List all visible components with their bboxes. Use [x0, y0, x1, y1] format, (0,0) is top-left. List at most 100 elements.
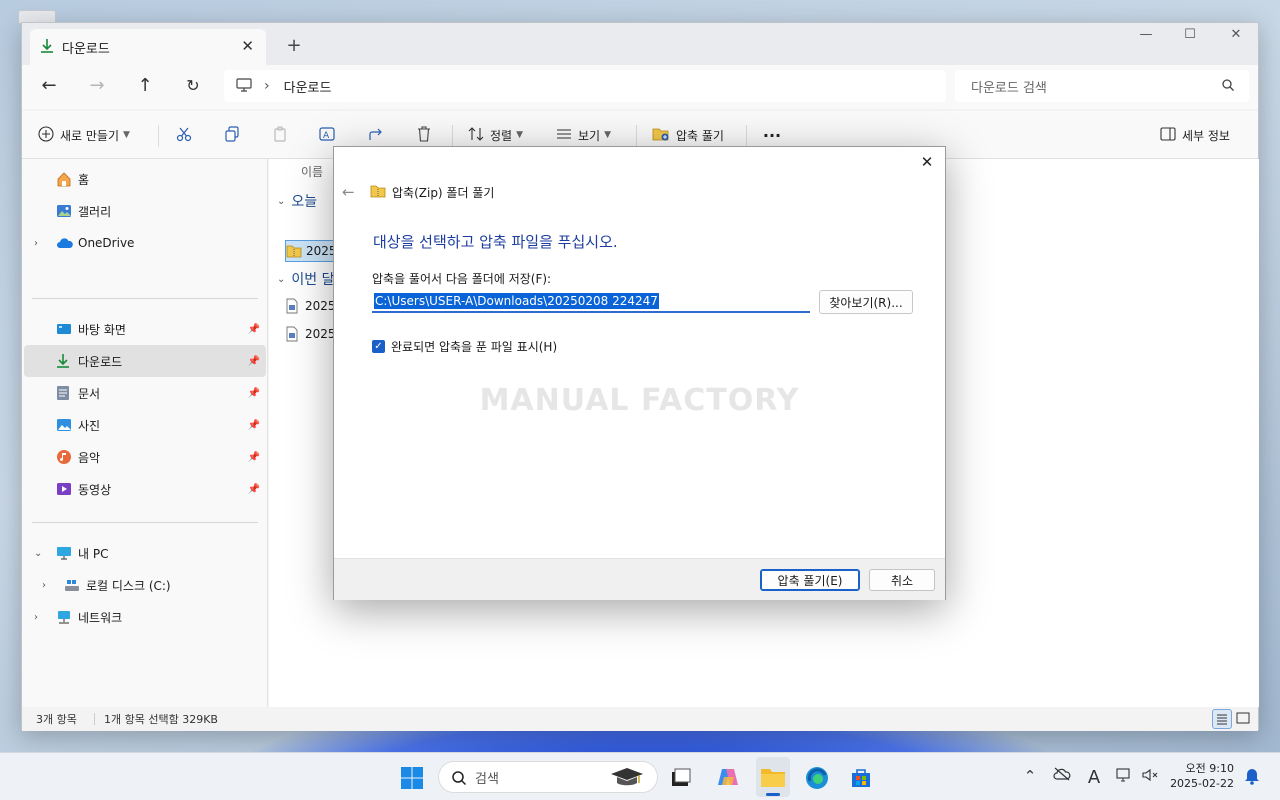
new-tab-button[interactable]: + [284, 35, 304, 56]
tab-downloads[interactable]: 다운로드 ✕ [30, 29, 266, 65]
sidebar-item-desktop[interactable]: 바탕 화면 📌 [24, 313, 266, 345]
details-view-button[interactable] [1212, 709, 1232, 729]
view-button[interactable]: 보기 ▼ [556, 123, 611, 147]
new-button[interactable]: 새로 만들기 ▼ [38, 123, 130, 147]
extract-all-button[interactable]: 압축 풀기 [652, 123, 724, 147]
store-button[interactable] [848, 765, 874, 794]
chevron-right-icon[interactable]: › [34, 612, 38, 623]
list-item[interactable]: 2025 [285, 295, 336, 317]
tab-close-icon[interactable]: ✕ [241, 37, 254, 55]
search-placeholder: 다운로드 검색 [971, 80, 1047, 96]
input-method-icon[interactable]: A [1084, 767, 1104, 788]
destination-path-field[interactable]: C:\Users\USER-A\Downloads\20250208 22424… [372, 291, 810, 313]
tab-title: 다운로드 [62, 41, 110, 57]
edge-button[interactable] [804, 765, 830, 794]
checkmark-icon: ✓ [372, 340, 385, 353]
forward-button[interactable]: → [84, 75, 110, 99]
sidebar-item-home[interactable]: 홈 [24, 163, 266, 195]
share-button[interactable] [364, 123, 388, 147]
details-label: 세부 정보 [1182, 128, 1230, 143]
notification-bell-icon[interactable] [1242, 767, 1262, 787]
tiles-view-button[interactable] [1234, 709, 1254, 729]
pin-icon[interactable]: 📌 [248, 452, 260, 463]
onedrive-tray-icon[interactable] [1052, 767, 1072, 787]
taskbar-search[interactable]: 검색 [438, 761, 658, 793]
extract-button[interactable]: 압축 풀기(E) [760, 569, 860, 591]
sidebar-item-onedrive[interactable]: › OneDrive [24, 227, 266, 259]
sidebar-item-pictures[interactable]: 사진 📌 [24, 409, 266, 441]
pin-icon[interactable]: 📌 [248, 420, 260, 431]
divider [746, 125, 747, 147]
pin-icon[interactable]: 📌 [248, 324, 260, 335]
clipboard-icon [272, 126, 288, 145]
view-label: 보기 [578, 128, 601, 143]
details-pane-icon [1160, 126, 1176, 144]
cloud-icon [56, 235, 73, 251]
sidebar-label: 다운로드 [78, 354, 123, 369]
group-header-today[interactable]: ⌄ 오늘 [277, 191, 317, 211]
pin-icon[interactable]: 📌 [248, 356, 260, 367]
sidebar-item-documents[interactable]: 문서 📌 [24, 377, 266, 409]
clock[interactable]: 오전 9:10 2025-02-22 [1170, 761, 1234, 791]
pin-icon[interactable]: 📌 [248, 388, 260, 399]
more-options-button[interactable]: ··· [760, 123, 784, 147]
sidebar-item-network[interactable]: › 네트워크 [24, 601, 266, 633]
copy-button[interactable] [220, 123, 244, 147]
pin-icon[interactable]: 📌 [248, 484, 260, 495]
back-button[interactable]: ← [36, 75, 62, 99]
browse-button[interactable]: 찾아보기(R)... [819, 290, 913, 314]
copilot-button[interactable] [716, 765, 740, 792]
cut-button[interactable] [172, 123, 196, 147]
close-window-button[interactable]: ✕ [1216, 27, 1256, 51]
drive-icon [64, 577, 80, 593]
rename-button[interactable]: A [316, 123, 340, 147]
search-input[interactable]: 다운로드 검색 [955, 70, 1249, 102]
paste-button[interactable] [268, 123, 292, 147]
show-files-checkbox[interactable]: ✓ 완료되면 압축을 푼 파일 표시(H) [372, 338, 557, 355]
network-tray-icon[interactable] [1114, 767, 1134, 787]
chevron-right-icon[interactable]: › [264, 78, 270, 94]
task-view-button[interactable] [670, 767, 692, 792]
dialog-back-button[interactable]: ← [342, 183, 355, 201]
chevron-down-icon[interactable]: ⌄ [34, 548, 42, 559]
column-header-name[interactable]: 이름 [301, 163, 323, 180]
list-item[interactable]: 2025 [285, 323, 336, 345]
chevron-right-icon[interactable]: › [42, 580, 46, 591]
sort-button[interactable]: 정렬 ▼ [468, 123, 523, 147]
refresh-button[interactable]: ↻ [180, 75, 206, 99]
maximize-button[interactable]: ☐ [1170, 27, 1210, 51]
edge-icon [806, 767, 828, 789]
svg-text:A: A [323, 131, 330, 141]
network-icon [56, 609, 72, 625]
pictures-icon [56, 417, 72, 433]
details-pane-button[interactable]: 세부 정보 [1160, 123, 1230, 147]
sidebar-label: 홈 [78, 172, 90, 187]
chevron-up-icon[interactable]: ⌃ [1020, 767, 1040, 787]
sidebar-item-downloads[interactable]: 다운로드 📌 [24, 345, 266, 377]
divider [158, 125, 159, 147]
watermark: MANUAL FACTORY [479, 383, 800, 418]
file-explorer-taskbar-button[interactable] [756, 757, 790, 797]
dialog-close-button[interactable]: ✕ [917, 153, 937, 173]
sidebar-item-videos[interactable]: 동영상 📌 [24, 473, 266, 505]
minimize-button[interactable]: — [1126, 27, 1166, 51]
zip-folder-icon [286, 243, 302, 259]
sidebar-item-this-pc[interactable]: ⌄ 내 PC [24, 537, 266, 569]
chevron-down-icon: ⌄ [277, 273, 286, 285]
up-button[interactable]: ↑ [132, 75, 158, 99]
sidebar-item-music[interactable]: 음악 📌 [24, 441, 266, 473]
checkbox-label: 완료되면 압축을 푼 파일 표시(H) [391, 340, 558, 354]
cancel-button[interactable]: 취소 [869, 569, 935, 591]
chevron-right-icon[interactable]: › [34, 238, 38, 249]
volume-muted-icon[interactable] [1140, 767, 1160, 787]
delete-button[interactable] [412, 123, 436, 147]
group-header-this-month[interactable]: ⌄ 이번 달 [277, 269, 334, 289]
item-count: 3개 항목 [36, 713, 77, 726]
sidebar-item-local-disk[interactable]: › 로컬 디스크 (C:) [24, 569, 266, 601]
file-icon [285, 298, 301, 314]
sidebar-item-gallery[interactable]: 갤러리 [24, 195, 266, 227]
breadcrumb[interactable]: 다운로드 [284, 77, 332, 96]
address-bar[interactable]: › 다운로드 [224, 70, 946, 102]
file-name: 2025 [305, 299, 336, 313]
start-button[interactable] [400, 766, 424, 793]
